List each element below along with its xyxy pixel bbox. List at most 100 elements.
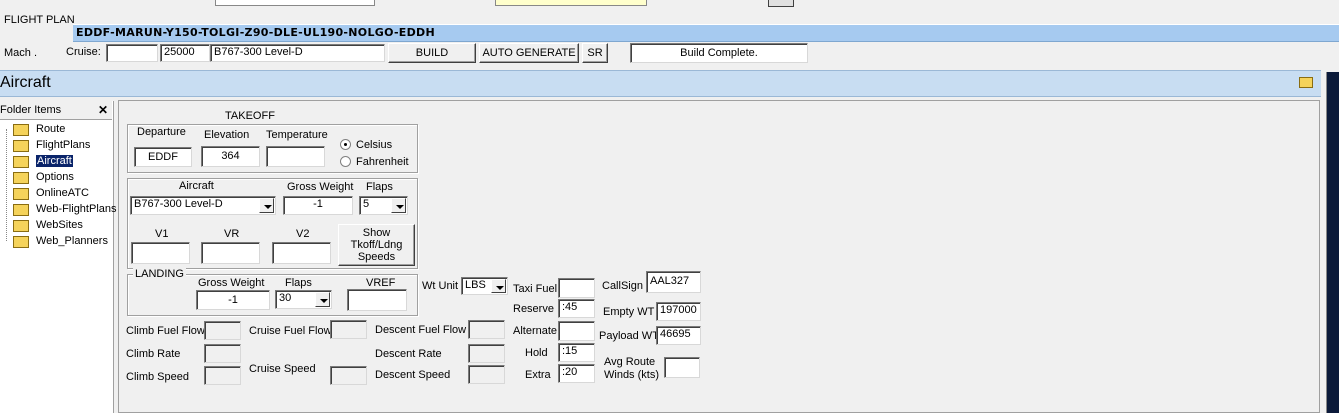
- avg-route-winds-label: Avg Route Winds (kts): [604, 356, 659, 381]
- v2-label: V2: [296, 228, 310, 240]
- right-dark-panel: [1326, 72, 1339, 413]
- mach-label: Mach .: [4, 47, 38, 59]
- taxi-fuel-label: Taxi Fuel: [513, 283, 558, 295]
- v1-label: V1: [155, 228, 169, 240]
- v1-input[interactable]: [131, 242, 190, 264]
- sidebar-item-label: Options: [36, 171, 74, 183]
- mach-input[interactable]: [106, 44, 158, 62]
- reserve-label: Reserve: [513, 303, 554, 315]
- climb-rate-label: Climb Rate: [126, 348, 181, 360]
- folder-icon: [13, 204, 29, 216]
- folder-open-icon: [13, 156, 29, 168]
- temperature-input[interactable]: [266, 146, 325, 167]
- temperature-label: Temperature: [266, 129, 328, 141]
- takeoff-flaps-value: 5: [363, 198, 370, 210]
- sidebar-item-label: Aircraft: [36, 155, 73, 167]
- takeoff-gross-weight-input[interactable]: -1: [283, 196, 353, 215]
- chevron-down-icon[interactable]: [391, 198, 406, 213]
- callsign-input[interactable]: AAL327: [646, 271, 701, 293]
- extra-input[interactable]: :20: [558, 364, 595, 383]
- payload-wt-input[interactable]: 46695: [656, 326, 701, 345]
- flaps-label: Flaps: [366, 181, 393, 193]
- top-field-remnant-2: [495, 0, 647, 6]
- descent-speed-field: [468, 365, 505, 384]
- wt-unit-select[interactable]: LBS: [461, 277, 508, 295]
- departure-label: Departure: [137, 126, 186, 138]
- build-button[interactable]: BUILD: [388, 43, 476, 63]
- celsius-radio[interactable]: [340, 139, 351, 150]
- departure-input[interactable]: EDDF: [134, 147, 192, 167]
- folder-icon: [13, 124, 29, 136]
- folder-icon: [13, 140, 29, 152]
- climb-rate-field: [204, 344, 241, 363]
- climb-speed-label: Climb Speed: [126, 371, 189, 383]
- landing-gross-weight-input[interactable]: -1: [196, 290, 270, 310]
- elevation-input[interactable]: 364: [201, 146, 260, 167]
- folder-icon: [13, 172, 29, 184]
- tree-line: [6, 129, 7, 241]
- top-button-remnant: [768, 0, 794, 7]
- gross-weight-label: Gross Weight: [287, 181, 354, 193]
- folder-icon: [13, 220, 29, 232]
- aircraft-label: Aircraft: [179, 180, 214, 192]
- cruise-fuel-flow-label: Cruise Fuel Flow: [249, 325, 332, 337]
- alternate-label: Alternate: [513, 325, 558, 337]
- chevron-down-icon[interactable]: [315, 292, 330, 307]
- landing-flaps-label: Flaps: [285, 277, 312, 289]
- section-title: Aircraft: [0, 74, 51, 91]
- chevron-down-icon[interactable]: [491, 279, 506, 293]
- landing-flaps-value: 30: [279, 292, 292, 304]
- hold-input[interactable]: :15: [558, 343, 595, 362]
- avg-route-winds-input[interactable]: [664, 357, 700, 378]
- reserve-input[interactable]: :45: [558, 299, 595, 318]
- sr-button[interactable]: SR: [582, 43, 608, 63]
- descent-rate-label: Descent Rate: [375, 348, 442, 360]
- climb-fuel-flow-label: Climb Fuel Flow: [126, 325, 205, 337]
- wt-unit-value: LBS: [465, 279, 486, 291]
- folder-open-icon[interactable]: [1299, 77, 1313, 88]
- aircraft-select[interactable]: B767-300 Level-D: [130, 196, 276, 215]
- alternate-input[interactable]: [558, 321, 595, 341]
- top-toolbar-remnant: [0, 0, 1339, 8]
- sidebar-item-label: Web_Planners: [36, 235, 108, 247]
- vr-input[interactable]: [201, 242, 260, 264]
- descent-rate-field: [468, 344, 505, 363]
- climb-speed-field: [204, 366, 241, 385]
- sidebar: Folder Items ✕ Route FlightPlans Aircraf…: [0, 101, 117, 413]
- fahrenheit-label: Fahrenheit: [356, 156, 409, 168]
- takeoff-title: TAKEOFF: [225, 110, 275, 122]
- landing-flaps-select[interactable]: 30: [275, 290, 332, 309]
- v2-input[interactable]: [272, 242, 331, 264]
- callsign-label: CallSign: [602, 280, 643, 292]
- show-speeds-button[interactable]: Show Tkoff/Ldng Speeds: [338, 224, 415, 266]
- taxi-fuel-input[interactable]: [558, 278, 595, 298]
- sidebar-item-label: OnlineATC: [36, 187, 89, 199]
- empty-wt-label: Empty WT: [603, 306, 655, 318]
- hold-label: Hold: [525, 347, 548, 359]
- sidebar-title: Folder Items: [0, 104, 62, 116]
- descent-fuel-flow-label: Descent Fuel Flow: [375, 324, 467, 336]
- sidebar-header: Folder Items ✕: [0, 101, 112, 120]
- payload-wt-label: Payload WT: [599, 330, 659, 342]
- cruise-fuel-flow-field: [330, 320, 367, 339]
- close-icon[interactable]: ✕: [98, 103, 108, 117]
- flight-plan-label: FLIGHT PLAN: [4, 14, 75, 26]
- sidebar-item-label: Route: [36, 123, 66, 135]
- sidebar-item-label: WebSites: [36, 219, 83, 231]
- empty-wt-input[interactable]: 197000: [656, 302, 701, 321]
- cruise-altitude-input[interactable]: 25000: [160, 44, 210, 62]
- vref-label: VREF: [366, 277, 396, 289]
- fahrenheit-radio[interactable]: [340, 156, 351, 167]
- cruise-speed-field: [330, 366, 367, 385]
- auto-generate-button[interactable]: AUTO GENERATE: [479, 43, 579, 63]
- takeoff-flaps-select[interactable]: 5: [359, 196, 408, 215]
- aircraft-name-field[interactable]: B767-300 Level-D: [210, 44, 385, 62]
- wt-unit-label: Wt Unit: [422, 280, 459, 292]
- vref-input[interactable]: [347, 289, 407, 311]
- descent-speed-label: Descent Speed: [375, 369, 451, 381]
- route-string-bar[interactable]: EDDF-MARUN-Y150-TOLGI-Z90-DLE-UL190-NOLG…: [73, 24, 1339, 42]
- section-title-bar: Aircraft: [0, 70, 1321, 97]
- chevron-down-icon[interactable]: [259, 198, 274, 213]
- cruise-speed-label: Cruise Speed: [249, 363, 316, 375]
- descent-fuel-flow-field: [468, 320, 505, 339]
